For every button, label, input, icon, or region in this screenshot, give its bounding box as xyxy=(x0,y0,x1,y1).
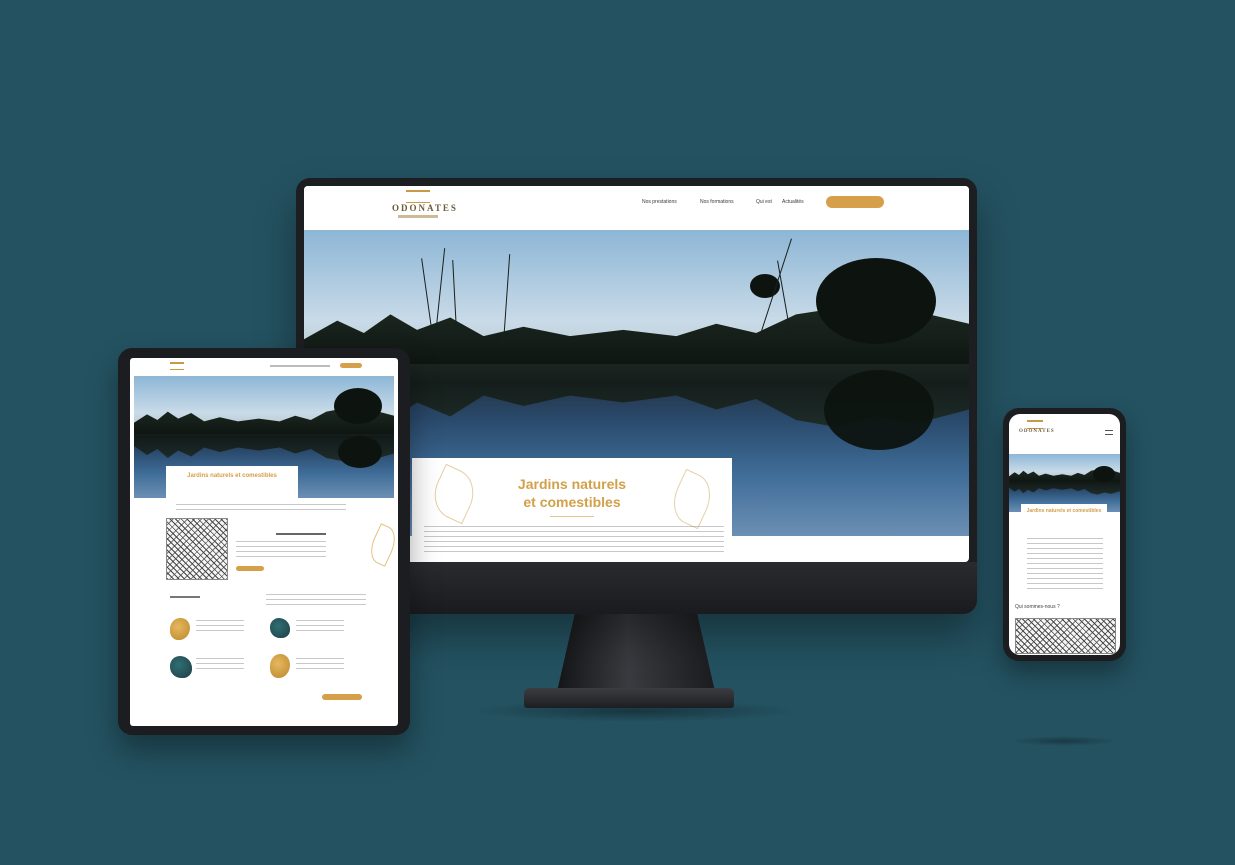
site-logo[interactable]: ODONATES xyxy=(384,190,456,226)
tablet-section-text xyxy=(236,541,326,557)
phone-hero-card: Jardins naturels et comestibles xyxy=(1021,504,1107,532)
tablet-services-heading xyxy=(170,596,200,598)
garden-plan-sketch xyxy=(166,518,228,580)
desktop-header: ODONATES Nos prestations Nos formations … xyxy=(304,186,969,230)
nav-item-prestations[interactable]: Nos prestations xyxy=(642,199,677,205)
dragonfly-logo-icon xyxy=(1027,420,1043,429)
hero-title-line2: et comestibles xyxy=(523,494,621,510)
service-icon-teal[interactable] xyxy=(270,618,290,638)
hamburger-menu-icon[interactable] xyxy=(1105,430,1113,435)
nav-item-actualites[interactable]: Actualités xyxy=(782,199,804,205)
tablet-logo[interactable] xyxy=(166,362,188,372)
logo-wordmark: ODONATES xyxy=(392,203,458,213)
tree-silhouette xyxy=(816,258,936,344)
reed xyxy=(421,258,432,328)
tree-silhouette xyxy=(334,388,382,424)
title-divider xyxy=(550,516,594,517)
phone-hero-title: Jardins naturels et comestibles xyxy=(1026,508,1102,514)
service-icon-teal[interactable] xyxy=(170,656,192,678)
dragonfly-logo-icon xyxy=(170,362,184,370)
phone-intro-paragraph xyxy=(1027,538,1103,592)
phone-shadow xyxy=(1010,736,1118,746)
phone-logo-wordmark: ODONATES xyxy=(1019,429,1055,434)
tablet-all-services-button[interactable] xyxy=(322,694,362,700)
contact-cta-button[interactable] xyxy=(826,196,884,208)
hero-title-line1: Jardins naturels xyxy=(517,476,627,492)
tablet-section-heading xyxy=(276,533,326,535)
tablet-hero-title: Jardins naturels et comestibles xyxy=(187,473,277,479)
monitor-stand-base xyxy=(524,688,734,708)
reed xyxy=(435,248,446,328)
nav-item-formations[interactable]: Nos formations xyxy=(700,199,734,205)
tablet-device: Jardins naturels et comestibles xyxy=(118,348,410,735)
service-text xyxy=(196,658,244,672)
reed xyxy=(452,260,457,328)
service-icon-gold[interactable] xyxy=(270,654,290,678)
phone-garden-sketch xyxy=(1015,618,1116,654)
hero-intro-paragraph xyxy=(424,526,724,552)
leaf-decoration-icon xyxy=(365,523,398,567)
nav-item-qui-est[interactable]: Qui est xyxy=(756,199,772,205)
treeline-reflection xyxy=(1009,482,1120,495)
service-text xyxy=(196,620,244,634)
phone-section-title: Qui sommes-nous ? xyxy=(1015,604,1060,610)
dragonfly-logo-icon xyxy=(406,190,430,203)
tablet-hero-card: Jardins naturels et comestibles xyxy=(166,466,298,500)
monitor-stand-neck xyxy=(556,612,716,696)
logo-tagline xyxy=(398,215,438,218)
hero-title-card: Jardins naturels et comestibles xyxy=(412,458,732,536)
tablet-screen: Jardins naturels et comestibles xyxy=(130,358,398,726)
leaf-outline-icon xyxy=(665,468,719,530)
phone-logo[interactable]: ODONATES xyxy=(1019,420,1055,442)
tree-reflection xyxy=(824,370,934,450)
phone-screen: ODONATES Jardins naturels et comestibles… xyxy=(1009,414,1120,655)
service-text xyxy=(296,620,344,634)
tablet-cta-button[interactable] xyxy=(340,363,362,368)
tablet-intro-paragraph xyxy=(176,504,346,514)
service-icon-gold[interactable] xyxy=(170,618,190,640)
phone-device: ODONATES Jardins naturels et comestibles… xyxy=(1003,408,1126,661)
tree-reflection xyxy=(338,436,382,468)
tablet-nav-menu[interactable] xyxy=(270,365,330,367)
tree-silhouette xyxy=(1093,466,1115,482)
tablet-readmore-button[interactable] xyxy=(236,566,264,571)
tablet-services-text xyxy=(266,594,366,606)
service-text xyxy=(296,658,344,672)
